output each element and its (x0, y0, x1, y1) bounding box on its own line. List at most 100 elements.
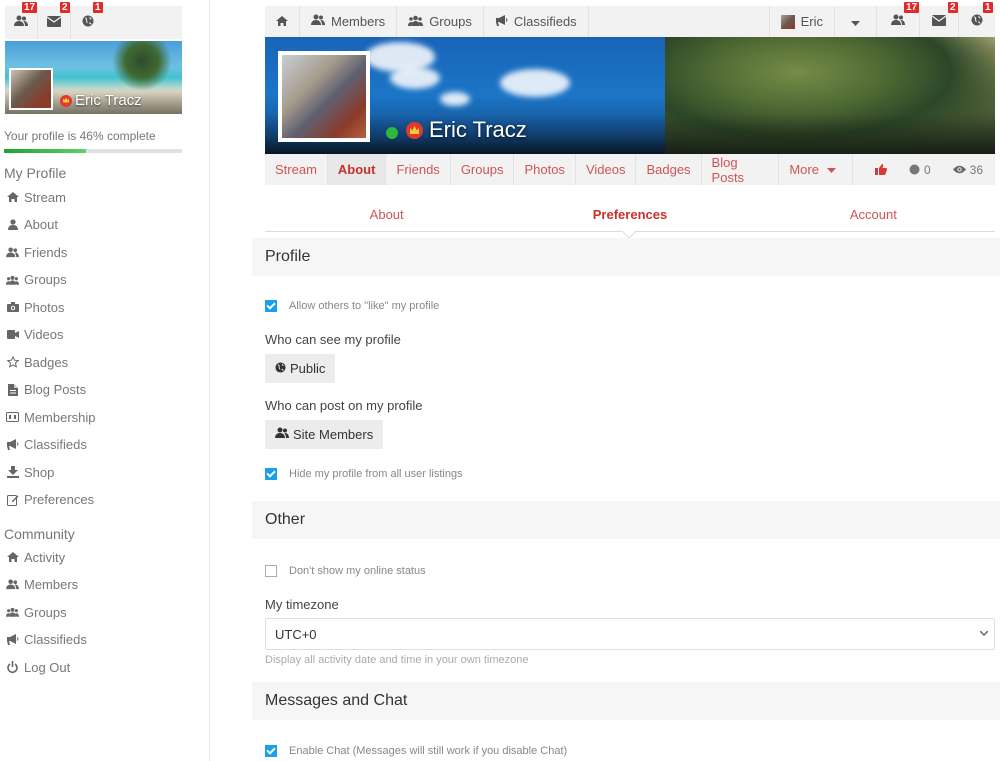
sidebar-item-label: Photos (24, 299, 65, 315)
nav-members[interactable]: Members (300, 6, 398, 37)
user-dropdown-toggle[interactable] (834, 6, 876, 37)
profile-tab-label: Photos (524, 162, 565, 177)
who-can-post-label: Who can post on my profile (265, 398, 423, 413)
caret-down-icon (826, 165, 836, 175)
sidebar-item-badges[interactable]: Badges (6, 352, 68, 372)
sidebar-user-name-text: Eric Tracz (75, 92, 142, 109)
sidebar-item-log-out[interactable]: Log Out (6, 657, 70, 677)
enable-chat-checkbox[interactable] (265, 745, 277, 757)
who-can-see-button[interactable]: Public (265, 354, 336, 383)
top-messages-button[interactable]: 2 (919, 2, 958, 37)
hide-listings-checkbox[interactable] (265, 468, 277, 480)
nav-members-label: Members (331, 14, 386, 29)
profile-tab-blog-posts[interactable]: Blog Posts (702, 154, 780, 185)
thumbs-up-icon (874, 164, 887, 175)
sidebar-item-stream[interactable]: Stream (6, 187, 66, 207)
profile-tab-friends[interactable]: Friends (386, 154, 451, 185)
profile-tab-label: Groups (460, 162, 504, 177)
hide-online-checkbox[interactable] (265, 565, 277, 577)
timezone-value: UTC+0 (275, 627, 317, 642)
profile-tab-badges[interactable]: Badges (636, 154, 702, 185)
notification-badge: 17 (904, 2, 920, 13)
sidebar-item-classifieds[interactable]: Classifieds (6, 630, 87, 650)
profile-tab-label: Friends (396, 162, 440, 177)
messages-button[interactable]: 2 (38, 2, 71, 39)
timezone-select[interactable]: UTC+0 (265, 618, 995, 650)
like-button[interactable] (874, 164, 887, 175)
who-can-post-value: Site Members (293, 427, 374, 442)
top-friend-requests-button[interactable]: 17 (876, 2, 920, 37)
hide-listings-label: Hide my profile from all user listings (289, 468, 463, 480)
allow-like-checkbox[interactable] (265, 300, 277, 312)
envelope-icon (931, 14, 947, 29)
sidebar-item-label: Friends (24, 244, 68, 260)
nav-classifieds[interactable]: Classifieds (484, 6, 589, 37)
sidebar-item-label: Badges (24, 354, 69, 370)
sidebar-item-label: Members (24, 577, 79, 592)
sub-tab-account[interactable]: Account (752, 200, 995, 231)
sidebar-avatar[interactable] (9, 68, 53, 110)
sidebar-item-about[interactable]: About (6, 215, 58, 235)
profile-tab-videos[interactable]: Videos (576, 154, 637, 185)
friends-icon (14, 14, 28, 32)
hide-online-checkbox-row[interactable]: Don't show my online status (265, 565, 426, 577)
profile-tab-label: More (789, 162, 819, 177)
enable-chat-label: Enable Chat (Messages will still work if… (289, 745, 568, 757)
sidebar-item-classifieds[interactable]: Classifieds (6, 435, 87, 455)
download-icon (6, 466, 19, 478)
sidebar-item-label: Videos (24, 327, 64, 342)
profile-tab-label: Blog Posts (711, 154, 745, 185)
sidebar-item-videos[interactable]: Videos (6, 325, 64, 345)
nav-groups-label: Groups (429, 14, 472, 29)
profile-tab-stream[interactable]: Stream (265, 154, 328, 185)
sub-tab-preferences[interactable]: Preferences (508, 200, 751, 231)
profile-user-name: Eric Tracz (429, 117, 527, 142)
home-button[interactable] (265, 6, 300, 37)
sidebar-item-shop[interactable]: Shop (6, 462, 54, 482)
nav-groups[interactable]: Groups (397, 6, 484, 37)
sidebar-item-members[interactable]: Members (6, 575, 78, 595)
sidebar-item-photos[interactable]: Photos (6, 297, 64, 317)
section-header-messages: Messages and Chat (252, 682, 1000, 720)
allow-like-checkbox-row[interactable]: Allow others to "like" my profile (265, 300, 439, 312)
user-menu-button[interactable]: Eric (768, 6, 834, 37)
notifications-button[interactable]: 1 (71, 2, 104, 39)
home-icon (6, 552, 19, 562)
sidebar-item-membership[interactable]: Membership (6, 407, 96, 427)
sidebar-user-name[interactable]: Eric Tracz (60, 92, 142, 109)
views-counter: 36 (952, 163, 983, 177)
profile-tab-photos[interactable]: Photos (514, 154, 576, 185)
sidebar-item-groups[interactable]: Groups (6, 602, 67, 622)
sidebar-item-groups[interactable]: Groups (6, 270, 67, 290)
sidebar-item-preferences[interactable]: Preferences (6, 490, 94, 510)
who-can-post-button[interactable]: Site Members (265, 420, 384, 449)
enable-chat-checkbox-row[interactable]: Enable Chat (Messages will still work if… (265, 745, 567, 757)
user-avatar-thumb (780, 14, 795, 29)
user-menu-label: Eric (800, 14, 823, 29)
edit-icon (6, 494, 19, 506)
notification-badge: 2 (948, 2, 958, 13)
notification-badge: 1 (983, 2, 993, 13)
sidebar-item-blog-posts[interactable]: Blog Posts (6, 380, 86, 400)
profile-cover[interactable]: Eric Tracz (265, 37, 995, 154)
profile-tab-groups[interactable]: Groups (451, 154, 515, 185)
megaphone-icon (6, 634, 19, 645)
profile-tab-label: Badges (646, 162, 691, 177)
profile-tab-more[interactable]: More (779, 154, 853, 185)
cover-image-detail (112, 41, 172, 91)
home-icon (276, 14, 288, 29)
cover-cloud (440, 92, 470, 106)
sidebar-cover-photo[interactable]: Eric Tracz (5, 41, 182, 114)
sub-tab-about[interactable]: About (265, 200, 508, 231)
profile-tab-about[interactable]: About (327, 154, 387, 185)
profile-avatar[interactable] (278, 51, 370, 142)
allow-like-label: Allow others to "like" my profile (289, 300, 440, 312)
friend-requests-button[interactable]: 17 (5, 2, 38, 39)
sidebar-notification-bar: 17 2 1 (5, 2, 182, 39)
profile-tab-label: Stream (275, 162, 317, 177)
hide-listings-checkbox-row[interactable]: Hide my profile from all user listings (265, 468, 463, 480)
section-header-profile: Profile (252, 238, 1000, 276)
sidebar-item-activity[interactable]: Activity (6, 547, 65, 567)
top-notifications-button[interactable]: 1 (958, 2, 995, 37)
sidebar-item-friends[interactable]: Friends (6, 242, 67, 262)
